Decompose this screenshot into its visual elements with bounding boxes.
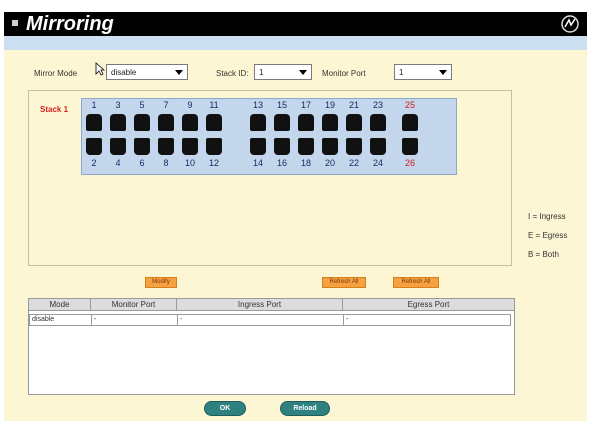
legend: I = Ingress E = Egress B = Both xyxy=(528,207,567,264)
port-number-label: 25 xyxy=(404,100,415,110)
port-number-label: 14 xyxy=(252,158,263,168)
port-number-label: 23 xyxy=(372,100,383,110)
port-2[interactable] xyxy=(86,138,102,155)
port-17[interactable] xyxy=(298,114,314,131)
table-cell-mode: disable xyxy=(29,314,92,326)
port-5[interactable] xyxy=(134,114,150,131)
chevron-down-icon xyxy=(439,70,447,75)
stack-label: Stack 1 xyxy=(40,105,69,114)
port-9[interactable] xyxy=(182,114,198,131)
mouse-cursor-icon xyxy=(95,62,105,76)
table-cell-monitor-port: - xyxy=(91,314,178,326)
chevron-down-icon xyxy=(299,70,307,75)
port-1[interactable] xyxy=(86,114,102,131)
modify-button[interactable]: Modify xyxy=(145,277,177,288)
port-number-label: 11 xyxy=(209,100,219,110)
table-header-egress-port: Egress Port xyxy=(343,299,514,311)
port-15[interactable] xyxy=(274,114,290,131)
mirror-table: Mode Monitor Port Ingress Port Egress Po… xyxy=(28,298,515,395)
port-number-label: 10 xyxy=(184,158,195,168)
port-number-label: 18 xyxy=(300,158,311,168)
port-number-label: 20 xyxy=(324,158,335,168)
chevron-down-icon xyxy=(175,70,183,75)
port-number-label: 26 xyxy=(404,158,415,168)
port-number-label: 8 xyxy=(163,158,169,168)
legend-ingress: I = Ingress xyxy=(528,212,566,221)
port-3[interactable] xyxy=(110,114,126,131)
port-number-label: 9 xyxy=(187,100,193,110)
mirror-mode-label: Mirror Mode xyxy=(34,69,78,78)
mirror-mode-value: disable xyxy=(111,68,137,77)
monitor-port-select[interactable]: 1 xyxy=(394,64,452,80)
port-21[interactable] xyxy=(346,114,362,131)
port-11[interactable] xyxy=(206,114,222,131)
stack-id-select[interactable]: 1 xyxy=(254,64,312,80)
port-6[interactable] xyxy=(134,138,150,155)
mirror-mode-select[interactable]: disable xyxy=(106,64,188,80)
table-header-ingress-port: Ingress Port xyxy=(177,299,343,311)
port-4[interactable] xyxy=(110,138,126,155)
port-12[interactable] xyxy=(206,138,222,155)
port-26[interactable] xyxy=(402,138,418,155)
port-13[interactable] xyxy=(250,114,266,131)
brand-logo-icon xyxy=(561,15,579,33)
port-14[interactable] xyxy=(250,138,266,155)
port-25[interactable] xyxy=(402,114,418,131)
port-number-label: 4 xyxy=(115,158,121,168)
port-number-label: 7 xyxy=(163,100,169,110)
port-20[interactable] xyxy=(322,138,338,155)
refresh-all-button[interactable]: Refresh All xyxy=(393,277,439,288)
port-23[interactable] xyxy=(370,114,386,131)
port-number-label: 16 xyxy=(276,158,287,168)
bullet-icon xyxy=(12,20,18,26)
table-header-mode: Mode xyxy=(29,299,91,311)
page-title: Mirroring xyxy=(26,13,114,35)
monitor-port-label: Monitor Port xyxy=(322,69,366,78)
ok-button[interactable]: OK xyxy=(204,401,246,416)
header-strip xyxy=(4,36,587,50)
table-cell-egress-port: - xyxy=(343,314,511,326)
stack-id-value: 1 xyxy=(259,68,264,77)
legend-both: B = Both xyxy=(528,250,559,259)
port-number-label: 12 xyxy=(208,158,219,168)
port-number-label: 5 xyxy=(139,100,145,110)
port-7[interactable] xyxy=(158,114,174,131)
table-cell-ingress-port: - xyxy=(177,314,344,326)
port-22[interactable] xyxy=(346,138,362,155)
port-number-label: 13 xyxy=(252,100,263,110)
port-number-label: 22 xyxy=(348,158,359,168)
port-number-label: 2 xyxy=(91,158,97,168)
port-number-label: 15 xyxy=(276,100,287,110)
port-18[interactable] xyxy=(298,138,314,155)
refresh-button[interactable]: Refresh All xyxy=(322,277,366,288)
port-19[interactable] xyxy=(322,114,338,131)
stack-id-label: Stack ID: xyxy=(216,69,249,78)
port-number-label: 6 xyxy=(139,158,145,168)
port-number-label: 17 xyxy=(300,100,311,110)
port-8[interactable] xyxy=(158,138,174,155)
port-number-label: 24 xyxy=(372,158,383,168)
title-bar: Mirroring xyxy=(4,12,587,36)
port-number-label: 3 xyxy=(115,100,121,110)
legend-egress: E = Egress xyxy=(528,231,568,240)
port-10[interactable] xyxy=(182,138,198,155)
port-number-label: 21 xyxy=(348,100,359,110)
port-24[interactable] xyxy=(370,138,386,155)
port-number-label: 1 xyxy=(91,100,97,110)
monitor-port-value: 1 xyxy=(399,68,404,77)
port-number-label: 19 xyxy=(324,100,335,110)
table-header-monitor-port: Monitor Port xyxy=(91,299,177,311)
reload-button[interactable]: Reload xyxy=(280,401,330,416)
port-16[interactable] xyxy=(274,138,290,155)
